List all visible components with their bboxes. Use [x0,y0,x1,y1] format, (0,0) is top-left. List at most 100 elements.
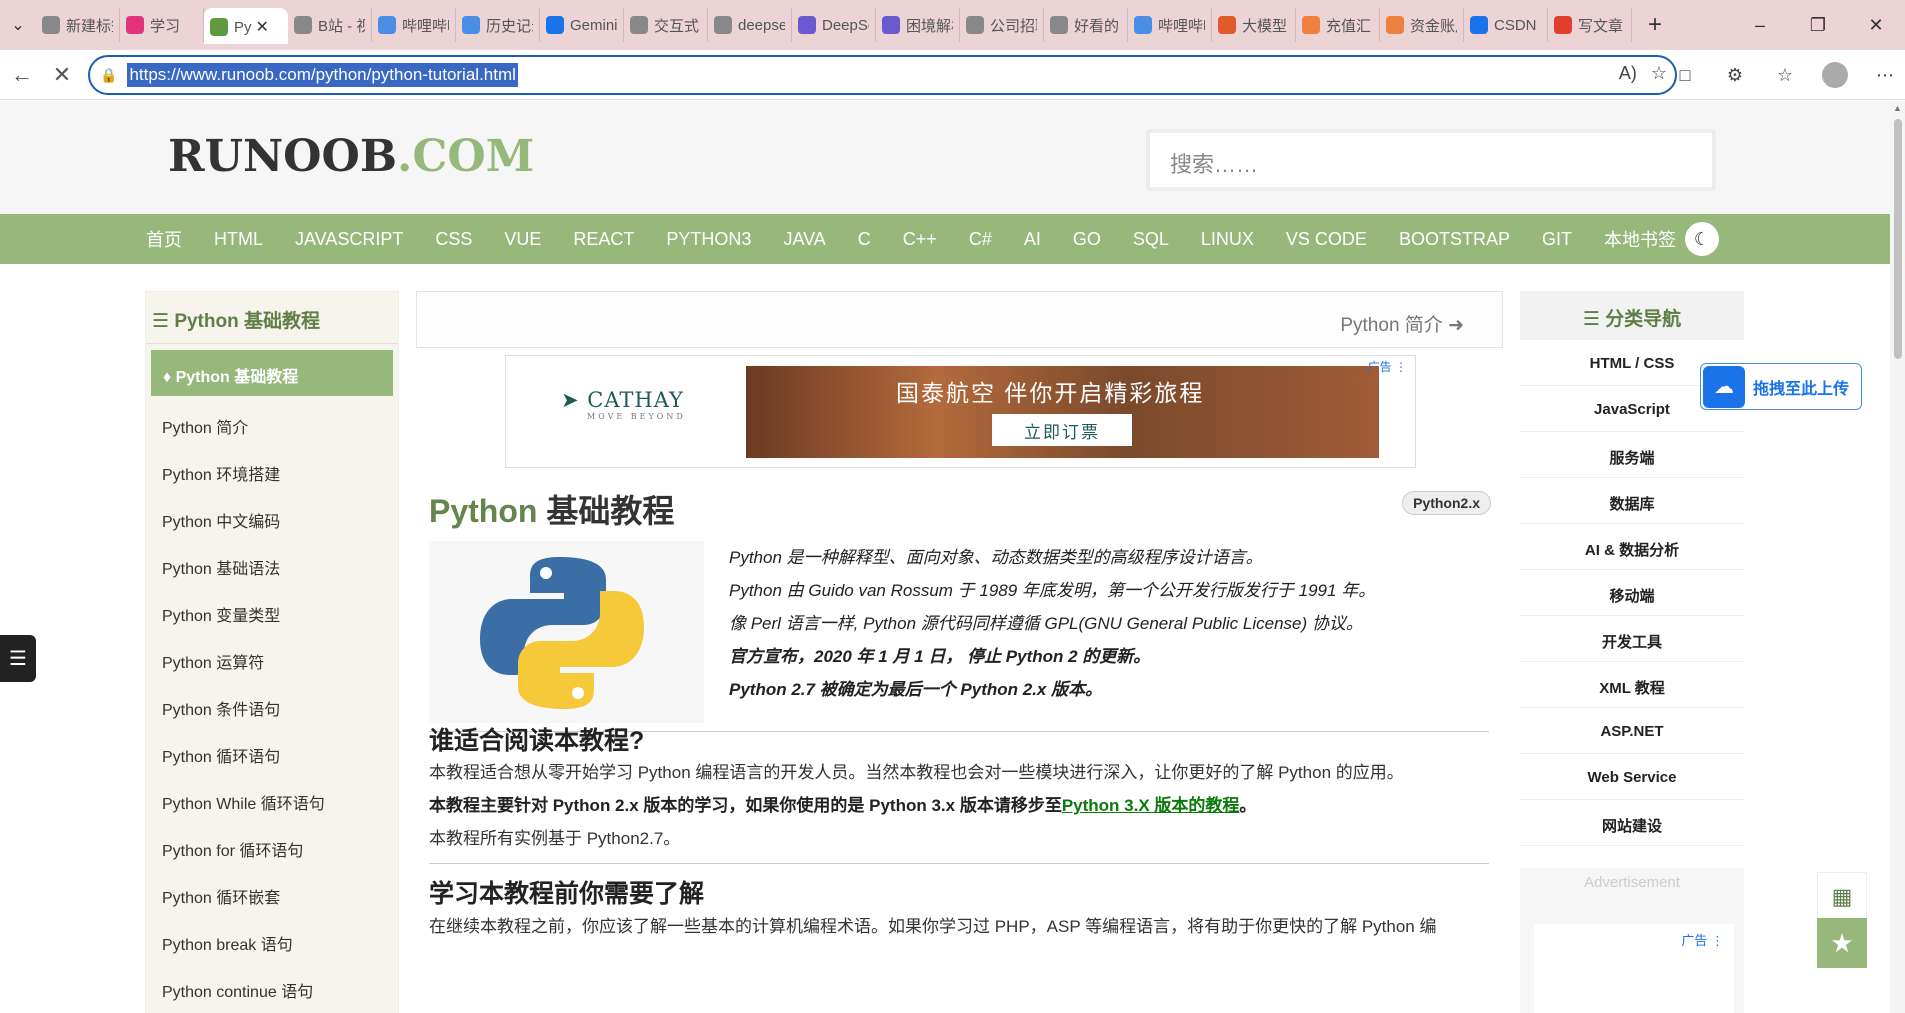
nav-link[interactable]: GIT [1526,229,1588,250]
sidebar-item-active[interactable]: ♦ Python 基础教程 [151,350,393,396]
upload-drop-zone[interactable]: ☁ 拖拽至此上传 [1700,363,1862,410]
nav-link[interactable]: C++ [887,229,953,250]
nav-link[interactable]: 首页 [130,226,198,252]
sidebar-item[interactable]: Python continue 语句 [146,964,398,1011]
site-logo[interactable]: RUNOOB.COM [168,131,534,182]
new-tab-icon[interactable]: + [1638,8,1672,42]
python3-tutorial-link[interactable]: Python 3.X 版本的教程 [1062,796,1240,815]
browser-tab[interactable]: 学习 [120,8,204,42]
category-nav-item[interactable]: ASP.NET [1520,708,1744,754]
browser-tab[interactable]: 大模型 [1212,8,1296,42]
page-scrollbar[interactable]: ▲ [1890,101,1905,1013]
nav-link[interactable]: C [842,229,887,250]
sidebar-item[interactable]: Python While 循环语句 [146,776,398,823]
ad-banner[interactable]: ➤ CATHAY MOVE BEYOND 国泰航空 伴你开启精彩旅程 立即订票 广… [505,355,1416,468]
category-nav-item[interactable]: 数据库 [1520,478,1744,524]
nav-link[interactable]: AI [1008,229,1057,250]
sidebar-item[interactable]: Python 中文编码 [146,494,398,541]
browser-tab[interactable]: 新建标签页 [36,8,120,42]
sidebar-item[interactable]: Python 循环语句 [146,729,398,776]
bookmark-star-icon[interactable]: ★ [1817,918,1867,968]
browser-tab[interactable]: 哔哩哔哩 [372,8,456,42]
more-menu-icon[interactable]: ⋯ [1865,55,1905,95]
stop-loading-icon[interactable]: ✕ [44,57,80,93]
nav-link[interactable]: PYTHON3 [650,229,767,250]
profile-avatar[interactable] [1815,55,1855,95]
reading-view-icon[interactable]: □ [1665,55,1705,95]
nav-link[interactable]: SQL [1117,229,1185,250]
browser-tab[interactable]: DeepSeek [792,8,876,42]
nav-link[interactable]: HTML [198,229,279,250]
site-search-input[interactable]: 搜索…… [1146,129,1716,191]
nav-link[interactable]: REACT [557,229,650,250]
extensions-icon[interactable]: ⚙ [1715,55,1755,95]
nav-link[interactable]: GO [1057,229,1117,250]
category-nav-item[interactable]: AI & 数据分析 [1520,524,1744,570]
category-nav-item[interactable]: 开发工具 [1520,616,1744,662]
sidebar-item[interactable]: Python break 语句 [146,917,398,964]
browser-tab[interactable]: 交互式 [624,8,708,42]
version-badge[interactable]: Python2.x [1402,491,1491,515]
browser-tab[interactable]: 困境解析 [876,8,960,42]
right-ad-image[interactable]: 广告 ⋮ [1534,924,1734,1013]
back-icon[interactable]: ← [4,57,40,93]
ad-tag[interactable]: 广告 ⋮ [1368,358,1407,375]
nav-link[interactable]: LINUX [1185,229,1270,250]
category-nav-item[interactable]: 移动端 [1520,570,1744,616]
sidebar-item[interactable]: Python 条件语句 [146,682,398,729]
browser-tab[interactable]: deepseek [708,8,792,42]
sidebar-item[interactable]: Python 基础语法 [146,541,398,588]
ad-cta-button[interactable]: 立即订票 [992,414,1132,446]
category-nav-item[interactable]: 服务端 [1520,432,1744,478]
nav-link[interactable]: VS CODE [1270,229,1383,250]
browser-tab[interactable]: 资金账户 [1380,8,1464,42]
browser-tab[interactable]: Gemini [540,8,624,42]
nav-link[interactable]: JAVASCRIPT [279,229,419,250]
browser-tab[interactable]: 充值汇 [1296,8,1380,42]
close-tab-icon[interactable]: ✕ [256,17,269,37]
page-title: Python 基础教程 [429,486,674,532]
right-ad-tag[interactable]: 广告 ⋮ [1681,930,1724,949]
sidebar-active-label: Python 基础教程 [175,369,299,386]
category-nav-item[interactable]: Web Service [1520,754,1744,800]
category-nav-item[interactable]: 网站建设 [1520,800,1744,846]
nav-link[interactable]: CSS [419,229,488,250]
browser-tab[interactable]: CSDN [1464,8,1548,42]
browser-tab[interactable]: 历史记录 [456,8,540,42]
browser-tab[interactable]: Py ✕ [204,8,288,44]
nav-link[interactable]: 本地书签 [1588,226,1692,252]
tab-actions-menu-icon[interactable]: ⌄ [0,7,36,43]
sidebar-item[interactable]: Python for 循环语句 [146,823,398,870]
qr-code-icon[interactable]: ▦ [1817,872,1867,922]
scroll-up-icon[interactable]: ▲ [1893,103,1902,113]
minimize-icon[interactable]: – [1731,0,1789,50]
sidebar-item[interactable]: Python 变量类型 [146,588,398,635]
nav-link[interactable]: C# [953,229,1008,250]
address-bar[interactable]: 🔒 https://www.runoob.com/python/python-t… [88,55,1677,95]
sidebar-item[interactable]: Python 运算符 [146,635,398,682]
browser-tab[interactable]: 好看的 [1044,8,1128,42]
favorites-icon[interactable]: ☆ [1765,55,1805,95]
next-page-link[interactable]: Python 简介 ➜ [1340,310,1464,337]
pager-bar: Python 简介 ➜ [416,291,1503,348]
close-window-icon[interactable]: ✕ [1847,0,1905,50]
browser-tab[interactable]: 写文章 [1548,8,1632,42]
read-aloud-icon[interactable]: A) [1619,63,1637,84]
url-text[interactable]: https://www.runoob.com/python/python-tut… [127,63,518,87]
dark-mode-toggle-icon[interactable]: ☾ [1685,222,1719,256]
nav-link[interactable]: BOOTSTRAP [1383,229,1526,250]
sidebar-item[interactable]: Python 简介 [146,400,398,447]
category-nav-item[interactable]: XML 教程 [1520,662,1744,708]
tab-title: 新建标签页 [66,17,113,35]
scrollbar-thumb[interactable] [1894,119,1902,359]
browser-tab[interactable]: 公司招聘 [960,8,1044,42]
nav-link[interactable]: JAVA [767,229,841,250]
browser-tab[interactable]: B站 - 视频 [288,8,372,42]
restore-icon[interactable]: ❐ [1789,0,1847,50]
browser-tab[interactable]: 哔哩哔哩 [1128,8,1212,42]
sidebar-item[interactable]: Python 循环嵌套 [146,870,398,917]
nav-link[interactable]: VUE [488,229,557,250]
side-menu-toggle-icon[interactable]: ☰ [0,635,36,682]
sidebar-item[interactable]: Python 环境搭建 [146,447,398,494]
lock-icon[interactable]: 🔒 [100,67,117,84]
